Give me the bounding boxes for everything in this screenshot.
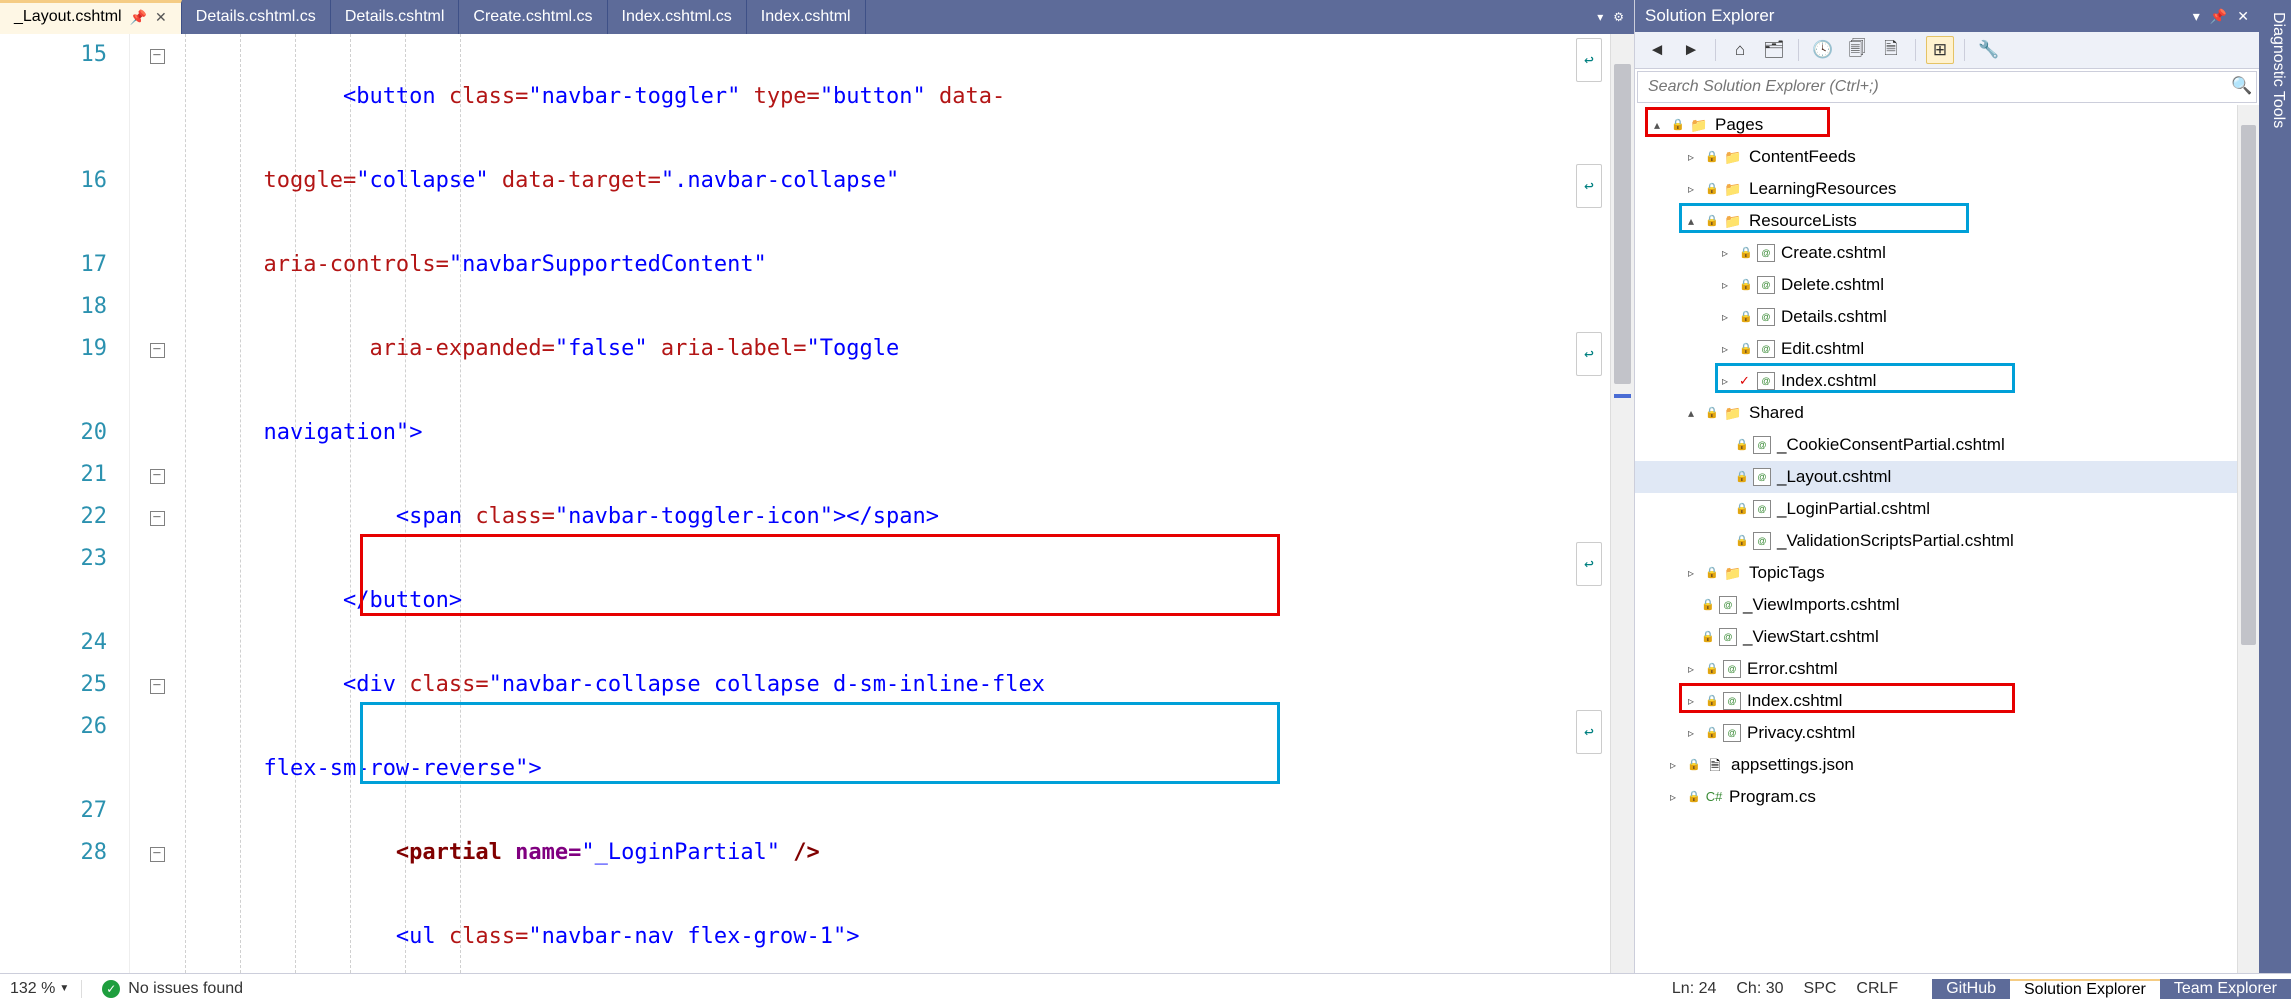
- forward-icon[interactable]: ►: [1677, 36, 1705, 64]
- editor-scrollbar[interactable]: [1610, 34, 1634, 973]
- issues-status: No issues found: [128, 980, 243, 998]
- dropdown-icon[interactable]: ▾: [2193, 8, 2200, 25]
- tree-scrollbar[interactable]: [2237, 105, 2259, 973]
- sync-icon[interactable]: 🗐: [1843, 36, 1871, 64]
- pin-icon[interactable]: 📌: [2210, 8, 2227, 25]
- indent-indicator[interactable]: SPC: [1804, 980, 1837, 998]
- line-indicator[interactable]: Ln: 24: [1672, 980, 1716, 998]
- close-icon[interactable]: ✕: [2237, 8, 2249, 25]
- check-icon: ✓: [102, 980, 120, 998]
- tab-overflow-icon[interactable]: ▾: [1597, 10, 1603, 24]
- node-details[interactable]: ▹🔒@Details.cshtml: [1635, 301, 2237, 333]
- home-icon[interactable]: ⌂: [1726, 36, 1754, 64]
- node-shared[interactable]: ▴🔒📁Shared: [1635, 397, 2237, 429]
- tab-details-cshtml[interactable]: Details.cshtml: [331, 0, 460, 34]
- tab-solution-explorer[interactable]: Solution Explorer: [2010, 979, 2160, 999]
- char-indicator[interactable]: Ch: 30: [1736, 980, 1783, 998]
- switch-views-icon[interactable]: 🗂: [1760, 36, 1788, 64]
- tab-index-cshtml[interactable]: Index.cshtml: [747, 0, 866, 34]
- node-appsettings[interactable]: ▹🔒🗎appsettings.json: [1635, 749, 2237, 781]
- tab-team-explorer[interactable]: Team Explorer: [2160, 979, 2291, 999]
- solution-tree[interactable]: ▴🔒📁Pages ▹🔒📁ContentFeeds ▹🔒📁LearningReso…: [1635, 105, 2237, 973]
- tab-create-cs[interactable]: Create.cshtml.cs: [459, 0, 607, 34]
- editor-pane: _Layout.cshtml 📌 ✕ Details.cshtml.cs Det…: [0, 0, 1634, 973]
- code-body[interactable]: <button class="navbar-toggler" type="but…: [170, 34, 1610, 973]
- diagnostic-tools-tab[interactable]: Diagnostic Tools: [2259, 0, 2291, 973]
- tab-github[interactable]: GitHub: [1932, 979, 2010, 999]
- chevron-down-icon[interactable]: ▼: [59, 983, 69, 994]
- tab-details-cs[interactable]: Details.cshtml.cs: [182, 0, 331, 34]
- node-delete[interactable]: ▹🔒@Delete.cshtml: [1635, 269, 2237, 301]
- close-icon[interactable]: ✕: [155, 9, 167, 26]
- node-cookie[interactable]: 🔒@_CookieConsentPartial.cshtml: [1635, 429, 2237, 461]
- node-layout[interactable]: 🔒@_Layout.cshtml: [1635, 461, 2237, 493]
- node-learningresources[interactable]: ▹🔒📁LearningResources: [1635, 173, 2237, 205]
- node-validation[interactable]: 🔒@_ValidationScriptsPartial.cshtml: [1635, 525, 2237, 557]
- node-loginpartial[interactable]: 🔒@_LoginPartial.cshtml: [1635, 493, 2237, 525]
- line-number-gutter: 15 16 17 18 19 20 21 22 23 24 25 26 27 2…: [0, 34, 130, 973]
- node-topictags[interactable]: ▹🔒📁TopicTags: [1635, 557, 2237, 589]
- tab-index-cs[interactable]: Index.cshtml.cs: [608, 0, 747, 34]
- node-pages[interactable]: ▴🔒📁Pages: [1635, 109, 2237, 141]
- back-icon[interactable]: ◄: [1643, 36, 1671, 64]
- node-create[interactable]: ▹🔒@Create.cshtml: [1635, 237, 2237, 269]
- node-program[interactable]: ▹🔒C#Program.cs: [1635, 781, 2237, 813]
- properties-icon[interactable]: 🔧: [1975, 36, 2003, 64]
- fold-column[interactable]: − − − − − −: [130, 34, 170, 973]
- solution-explorer-title[interactable]: Solution Explorer ▾ 📌 ✕: [1635, 0, 2259, 32]
- tab-layout-cshtml[interactable]: _Layout.cshtml 📌 ✕: [0, 0, 182, 34]
- node-resourcelists[interactable]: ▴🔒📁ResourceLists: [1635, 205, 2237, 237]
- refresh-icon[interactable]: 🗎: [1877, 36, 1905, 64]
- node-viewimports[interactable]: 🔒@_ViewImports.cshtml: [1635, 589, 2237, 621]
- node-privacy[interactable]: ▹🔒@Privacy.cshtml: [1635, 717, 2237, 749]
- solution-explorer-search[interactable]: 🔍: [1637, 71, 2257, 103]
- solution-explorer-panel: Solution Explorer ▾ 📌 ✕ ◄ ► ⌂ 🗂 🕓 🗐 🗎 ⊞ …: [1634, 0, 2259, 973]
- node-contentfeeds[interactable]: ▹🔒📁ContentFeeds: [1635, 141, 2237, 173]
- node-index-rl[interactable]: ▹✓@Index.cshtml: [1635, 365, 2237, 397]
- search-input[interactable]: [1638, 72, 2228, 102]
- zoom-level[interactable]: 132 % ▼: [10, 980, 82, 998]
- lineending-indicator[interactable]: CRLF: [1856, 980, 1912, 998]
- tab-settings-icon[interactable]: ⚙: [1613, 10, 1624, 24]
- solution-explorer-toolbar: ◄ ► ⌂ 🗂 🕓 🗐 🗎 ⊞ 🔧: [1635, 32, 2259, 69]
- show-all-files-icon[interactable]: ⊞: [1926, 36, 1954, 64]
- node-error[interactable]: ▹🔒@Error.cshtml: [1635, 653, 2237, 685]
- node-edit[interactable]: ▹🔒@Edit.cshtml: [1635, 333, 2237, 365]
- tab-label: _Layout.cshtml: [14, 8, 122, 26]
- code-editor[interactable]: 15 16 17 18 19 20 21 22 23 24 25 26 27 2…: [0, 34, 1634, 973]
- search-icon[interactable]: 🔍: [2228, 72, 2256, 100]
- status-bar: 132 % ▼ ✓ No issues found Ln: 24 Ch: 30 …: [0, 973, 2291, 1003]
- pin-icon[interactable]: 📌: [130, 9, 147, 26]
- document-tab-bar: _Layout.cshtml 📌 ✕ Details.cshtml.cs Det…: [0, 0, 1634, 34]
- pending-changes-icon[interactable]: 🕓: [1809, 36, 1837, 64]
- node-index-root[interactable]: ▹🔒@Index.cshtml: [1635, 685, 2237, 717]
- node-viewstart[interactable]: 🔒@_ViewStart.cshtml: [1635, 621, 2237, 653]
